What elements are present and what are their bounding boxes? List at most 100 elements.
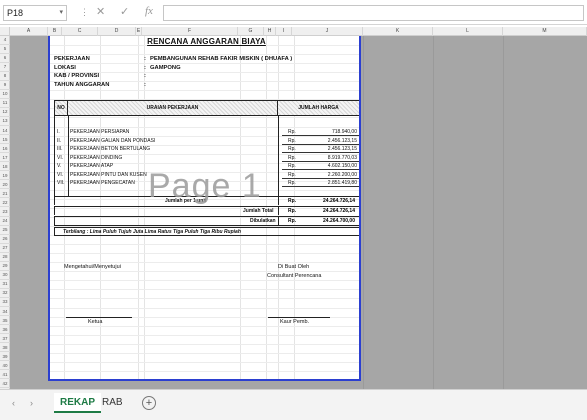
total-value: 24.264.726,14 <box>323 198 355 204</box>
terbilang-text: Terbilang : Lima Puluh Tujuh Juta Lima R… <box>54 227 359 236</box>
row-header-27[interactable]: 27 <box>0 244 10 253</box>
row-header-19[interactable]: 19 <box>0 172 10 181</box>
name-box-value: P18 <box>7 8 24 18</box>
signature-right-line <box>268 317 330 318</box>
column-header-f[interactable]: F <box>142 27 238 36</box>
row-header-29[interactable]: 29 <box>0 262 10 271</box>
row-header-23[interactable]: 23 <box>0 208 10 217</box>
row-header-28[interactable]: 28 <box>0 253 10 262</box>
row-headers: 4 5 6 7 8 9 10 11 12 13 14 15 16 17 18 19 20 21 22 23 24 25 26… <box>0 36 10 389</box>
table-header: NO URAIAN PEKERJAAN JUMLAH HARGA <box>54 100 359 116</box>
print-area: RENCANA ANGGARAN BIAYA PEKERJAAN : PEMBA… <box>48 36 361 381</box>
info-label-kab-provinsi: KAB / PROVINSI <box>54 73 100 79</box>
info-value-lokasi: GAMPONG <box>150 64 181 71</box>
page-break-watermark: Page 1 <box>148 167 262 205</box>
signature-left-role: Ketua <box>88 319 103 325</box>
row-header-17[interactable]: 17 <box>0 154 10 163</box>
tab-rab[interactable]: RAB <box>96 393 129 413</box>
signature-right-role: Kaur Pemb. <box>280 319 310 325</box>
row-header-22[interactable]: 22 <box>0 199 10 208</box>
column-header-b[interactable]: B <box>48 27 62 36</box>
header-uraian: URAIAN PEKERJAAN <box>68 101 278 115</box>
grand-total-row: Jumlah Total Rp. 24.264.726,14 <box>54 206 359 215</box>
header-jumlah-harga: JUMLAH HARGA <box>298 105 339 111</box>
grand-total-value: 24.264.726,14 <box>323 208 355 214</box>
row-header-25[interactable]: 25 <box>0 226 10 235</box>
row-header-24[interactable]: 24 <box>0 217 10 226</box>
row-header-37[interactable]: 37 <box>0 335 10 344</box>
sheet-tab-bar: ‹ › REKAP RAB + <box>0 389 587 420</box>
rounded-total-rp: Rp. <box>288 218 297 224</box>
formula-bar-separator-icon: ⋮ <box>80 7 89 17</box>
tab-rekap[interactable]: REKAP <box>54 393 102 413</box>
rounded-total-label: Dibulatkan <box>250 218 276 224</box>
row-header-31[interactable]: 31 <box>0 280 10 289</box>
info-label-lokasi: LOKASI <box>54 64 76 71</box>
column-header-g[interactable]: G <box>238 27 264 36</box>
column-header-h[interactable]: H <box>264 27 276 36</box>
row-header-26[interactable]: 26 <box>0 235 10 244</box>
info-label-pekerjaan: PEKERJAAN <box>54 56 90 62</box>
row-header-15[interactable]: 15 <box>0 136 10 145</box>
row-header-5[interactable]: 5 <box>0 45 10 54</box>
row-header-13[interactable]: 13 <box>0 117 10 127</box>
rounded-total-value: 24.264.700,00 <box>323 218 355 224</box>
column-header-k[interactable]: K <box>363 27 433 36</box>
cancel-icon[interactable]: ✕ <box>96 5 105 18</box>
row-header-33[interactable]: 33 <box>0 298 10 308</box>
row-header-32[interactable]: 32 <box>0 289 10 298</box>
signature-left-header: Mengetahui/Menyetujui <box>64 264 121 270</box>
row-header-20[interactable]: 20 <box>0 181 10 190</box>
item-no: VII. <box>57 180 65 186</box>
info-value-pekerjaan: PEMBANGUNAN REHAB FAKIR MISKIN ( DHUAFA … <box>150 56 293 62</box>
next-sheet-icon[interactable]: › <box>30 398 33 408</box>
row-header-39[interactable]: 39 <box>0 353 10 362</box>
rounded-total-row: Dibulatkan Rp. 24.264.700,00 <box>54 216 359 226</box>
row-header-14[interactable]: 14 <box>0 127 10 136</box>
column-header-j[interactable]: J <box>292 27 363 36</box>
row-header-7[interactable]: 7 <box>0 63 10 72</box>
row-header-4[interactable]: 4 <box>0 36 10 45</box>
formula-input[interactable] <box>163 5 584 21</box>
prev-sheet-icon[interactable]: ‹ <box>12 398 15 408</box>
row-header-30[interactable]: 30 <box>0 271 10 280</box>
column-header-a[interactable]: A <box>10 27 48 36</box>
row-header-12[interactable]: 12 <box>0 108 10 117</box>
row-header-11[interactable]: 11 <box>0 99 10 108</box>
column-header-i[interactable]: I <box>276 27 292 36</box>
row-header-35[interactable]: 35 <box>0 317 10 326</box>
row-header-40[interactable]: 40 <box>0 362 10 371</box>
row-header-36[interactable]: 36 <box>0 326 10 335</box>
row-header-18[interactable]: 18 <box>0 163 10 172</box>
column-headers: A B C D E F G H I J K L M <box>0 27 587 36</box>
row-header-8[interactable]: 8 <box>0 72 10 81</box>
name-box-dropdown-icon[interactable]: ▾ <box>59 6 63 20</box>
row-header-9[interactable]: 9 <box>0 81 10 90</box>
grand-total-label: Jumlah Total <box>243 208 274 214</box>
grand-total-rp: Rp. <box>288 208 297 214</box>
row-header-34[interactable]: 34 <box>0 308 10 317</box>
row-header-42[interactable]: 42 <box>0 380 10 389</box>
name-box[interactable]: P18 ▾ <box>3 5 67 21</box>
sheet-title: RENCANA ANGGARAN BIAYA <box>147 37 266 46</box>
column-header-c[interactable]: C <box>62 27 98 36</box>
item-underline <box>282 186 359 187</box>
row-header-41[interactable]: 41 <box>0 371 10 380</box>
add-sheet-icon[interactable]: + <box>142 396 156 410</box>
row-header-38[interactable]: 38 <box>0 344 10 353</box>
info-colon: : <box>144 64 146 71</box>
select-all-corner[interactable] <box>0 27 10 36</box>
row-header-10[interactable]: 10 <box>0 90 10 99</box>
enter-icon[interactable]: ✓ <box>120 5 129 18</box>
column-header-l[interactable]: L <box>433 27 503 36</box>
header-no: NO <box>55 101 68 115</box>
info-colon: : <box>144 56 146 62</box>
column-header-d[interactable]: D <box>98 27 136 36</box>
row-header-16[interactable]: 16 <box>0 145 10 154</box>
insert-function-icon[interactable]: fx <box>145 5 153 17</box>
row-header-6[interactable]: 6 <box>0 54 10 63</box>
signature-left-line <box>66 317 132 318</box>
info-label-tahun-anggaran: TAHUN ANGGARAN <box>54 81 110 88</box>
row-header-21[interactable]: 21 <box>0 190 10 199</box>
column-header-m[interactable]: M <box>503 27 587 36</box>
